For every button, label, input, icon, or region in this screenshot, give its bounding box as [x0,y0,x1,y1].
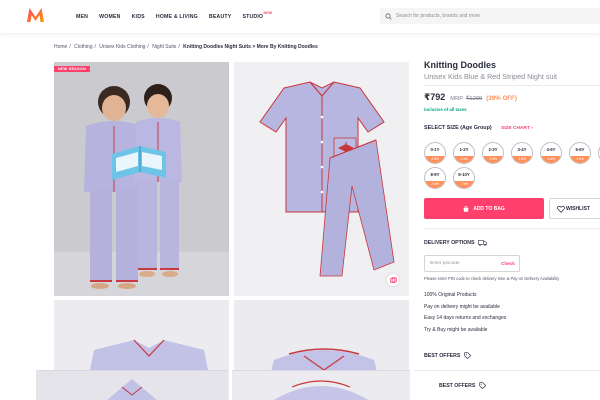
stock-left: 1 left [454,181,474,188]
main-nav: MEN WOMEN KIDS HOME & LIVING BEAUTY STUD… [76,0,274,33]
top-header: MEN WOMEN KIDS HOME & LIVING BEAUTY STUD… [0,0,600,33]
nav-home-living[interactable]: HOME & LIVING [156,14,198,20]
price-row: ₹792 MRP ₹1299 (39% OFF) [424,92,517,103]
product-page: MEN WOMEN KIDS HOME & LIVING BEAUTY STUD… [0,0,600,400]
bag-icon [463,205,469,212]
product-name: Unisex Kids Blue & Red Striped Night sui… [424,72,558,81]
breadcrumb: Home / Clothing / Unisex Kids Clothing / Ni… [54,44,318,50]
pincode-box: Check [424,255,520,272]
size-label: 2-3Y [488,147,498,152]
stock-left: 4 left [541,156,561,163]
size-option-2-3y[interactable]: 2-3Y 3 left [482,142,504,164]
truck-icon [478,240,488,246]
tag-icon [464,352,472,359]
assurance-item: 100% Original Products [424,292,477,298]
pincode-note: Please enter PIN code to check delivery … [424,276,560,281]
heart-icon [557,205,565,213]
size-option-4-5y[interactable]: 4-5Y 4 left [540,142,562,164]
stock-left: 2 left [425,156,445,163]
size-chart-label: SIZE CHART [501,126,530,131]
selling-price: ₹792 [424,92,446,102]
size-label: 8-9Y [430,172,440,177]
size-label: 4-5Y [546,147,556,152]
myntra-logo[interactable] [26,7,45,23]
divider [424,228,600,229]
breadcrumb-home[interactable]: Home [54,44,67,50]
best-offers-heading-duplicate: BEST OFFERS [439,382,487,389]
product-image-kids[interactable]: NEW SEASON [54,62,229,296]
size-option-8-9y[interactable]: 8-9Y 2 left [424,167,446,189]
size-option-0-1y[interactable]: 0-1Y 2 left [424,142,446,164]
discount-percent: (39% OFF) [486,95,517,102]
breadcrumb-current: Knitting Doodles Night Suits > More By K… [183,44,318,50]
mrp-label: MRP [450,96,464,102]
best-offers-label: BEST OFFERS [424,352,461,359]
check-pincode-button[interactable]: Check [501,261,515,266]
strip-right-photo [232,371,410,400]
taxes-note: inclusive of all taxes [424,107,467,112]
size-heading: SELECT SIZE (Age Group) [424,125,492,131]
new-season-badge: NEW SEASON [54,66,90,72]
size-label: 5-6Y [575,147,585,152]
stock-left: 2 left [425,181,445,188]
add-to-bag-label: ADD TO BAG [473,205,505,212]
tag-icon [479,382,487,389]
search-bar [380,8,600,24]
best-offers-heading: BEST OFFERS [424,352,472,359]
flatlay-photo [234,62,409,296]
nav-beauty[interactable]: BEAUTY [209,14,232,20]
divider [424,85,600,86]
stock-left: 3 left [512,156,532,163]
size-label: 1-2Y [459,147,469,152]
best-offers-label-duplicate: BEST OFFERS [439,382,476,389]
search-icon[interactable] [380,12,396,20]
new-badge: NEW [263,10,273,15]
nav-men[interactable]: MEN [76,14,88,20]
size-label: 0-1Y [430,147,440,152]
size-label: 3-4Y [517,147,527,152]
product-image-flatlay[interactable] [234,62,409,296]
size-option-5-6y[interactable]: 5-6Y 4 left [569,142,591,164]
delivery-heading-label: DELIVERY OPTIONS [424,240,475,246]
stock-left: 2 left [454,156,474,163]
size-label: 9-10Y [458,172,470,177]
breadcrumb-unisex-kids[interactable]: Unisex Kids Clothing [99,44,145,50]
size-option-1-2y[interactable]: 1-2Y 2 left [453,142,475,164]
breadcrumb-clothing[interactable]: Clothing [74,44,92,50]
delivery-heading: DELIVERY OPTIONS [424,240,488,246]
assurance-item: Easy 14 days returns and exchanges [424,315,507,322]
brand-name[interactable]: Knitting Doodles [424,60,496,70]
size-chart-link[interactable]: SIZE CHART › [501,126,533,131]
nav-studio-label: STUDIO [242,13,264,20]
product-assurances: 100% Original Products Pay on delivery m… [424,292,506,339]
wishlist-label: WISHLIST [566,205,590,212]
strip-left-photo [36,371,228,400]
view-similar-icon[interactable] [387,274,399,286]
nav-women[interactable]: WOMEN [99,14,120,20]
nav-studio[interactable]: STUDIO NEW [242,11,272,20]
stock-left: 3 left [483,156,503,163]
duplicate-image-strip-left [36,370,228,400]
nav-kids[interactable]: KIDS [132,14,145,20]
add-to-bag-button[interactable]: ADD TO BAG [424,198,544,219]
chevron-right-icon: › [531,126,533,131]
kids-photo [54,62,229,296]
search-input[interactable] [396,13,586,19]
size-option-3-4y[interactable]: 3-4Y 3 left [511,142,533,164]
assurance-item: Try & Buy might be available [424,327,488,334]
mrp: MRP ₹1299 [450,96,482,102]
mrp-value: ₹1299 [465,96,483,102]
breadcrumb-night-suits[interactable]: Night Suits [152,44,176,50]
assurance-item: Pay on delivery might be available [424,303,500,310]
stock-left: 4 left [570,156,590,163]
wishlist-button[interactable]: WISHLIST [549,198,600,219]
size-option-9-10y[interactable]: 9-10Y 1 left [453,167,475,189]
pincode-input[interactable] [430,261,498,266]
duplicate-image-strip-right [232,370,410,400]
